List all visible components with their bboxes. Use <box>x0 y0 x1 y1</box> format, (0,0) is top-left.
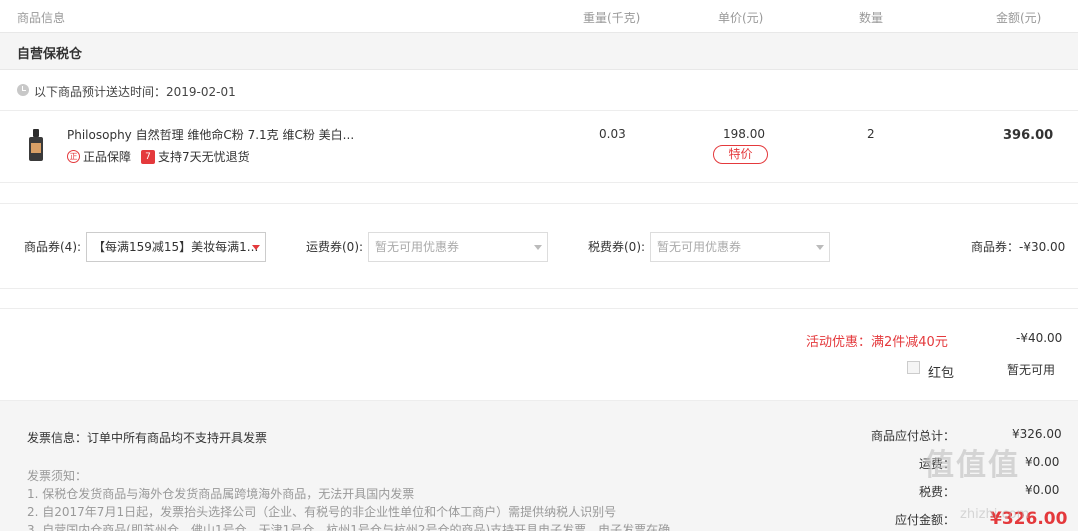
chevron-down-icon <box>252 245 260 250</box>
site-watermark-url: zhizhi.com <box>960 507 1030 522</box>
goods-total-value: ¥326.00 <box>1012 427 1062 441</box>
header-quantity: 数量 <box>859 11 884 25</box>
hongbao-label: 红包 <box>928 366 955 381</box>
order-summary-panel: 发票信息：订单中所有商品均不支持开具发票 发票须知： 1. 保税仓发货商品与海外… <box>0 400 1078 531</box>
tax-value: ¥0.00 <box>1025 483 1060 497</box>
genuine-badge: 正 正品保障 <box>67 148 131 165</box>
clock-icon <box>17 84 29 96</box>
table-header: 商品信息 重量(千克) 单价(元) 数量 金额(元) <box>0 0 1078 33</box>
product-quantity: 2 <box>867 127 875 141</box>
genuine-label: 正品保障 <box>83 150 132 164</box>
chevron-down-icon <box>534 245 542 250</box>
special-price-tag: 特价 <box>713 145 768 164</box>
return-label: 支持7天无忧退货 <box>158 150 250 164</box>
tax-label: 税费： <box>919 485 956 499</box>
shipping-value: ¥0.00 <box>1025 455 1060 469</box>
hongbao-checkbox[interactable] <box>907 361 920 374</box>
seven-day-return-icon: 7 <box>141 149 155 164</box>
product-name-link[interactable]: Philosophy 自然哲理 维他命C粉 7.1克 维C粉 美白... <box>67 126 354 143</box>
goods-coupon-discount: 商品券：-¥30.00 <box>971 240 1066 254</box>
pay-amount-label: 应付金额： <box>895 513 956 527</box>
return-badge: 7 支持7天无忧退货 <box>141 148 250 165</box>
goods-coupon-label: 商品券(4): <box>24 240 82 254</box>
header-unit-price: 单价(元) <box>718 11 764 25</box>
shipping-coupon-placeholder: 暂无可用优惠券 <box>375 240 460 254</box>
hongbao-value: 暂无可用 <box>1007 363 1056 377</box>
invoice-note: 1. 保税仓发货商品与海外仓发货商品属跨境海外商品，无法开具国内发票 <box>27 487 415 501</box>
genuine-icon: 正 <box>67 150 80 163</box>
header-product-info: 商品信息 <box>17 11 66 25</box>
header-amount: 金额(元) <box>996 11 1042 25</box>
promotion-section: 活动优惠：满2件减40元 -¥40.00 红包 暂无可用 <box>0 308 1078 400</box>
invoice-note: 2. 自2017年7月1日起，发票抬头选择公司（企业、有税号的非企业性单位和个体… <box>27 505 617 519</box>
header-weight: 重量(千克) <box>583 11 641 25</box>
tax-coupon-label: 税费券(0): <box>588 240 646 254</box>
product-amount: 396.00 <box>1003 128 1054 143</box>
shipping-coupon-label: 运费券(0): <box>306 240 364 254</box>
chevron-down-icon <box>816 245 824 250</box>
delivery-eta: 以下商品预计送达时间：2019-02-01 <box>0 70 1078 111</box>
goods-coupon-value: 【每满159减15】美妆每满1... <box>93 240 259 254</box>
product-unit-price: 198.00 <box>723 127 765 141</box>
eta-text: 以下商品预计送达时间：2019-02-01 <box>34 85 236 99</box>
goods-coupon-select[interactable]: 【每满159减15】美妆每满1... <box>86 232 266 262</box>
invoice-note: 3. 自营国内仓商品(即苏州仓、佛山1号仓、天津1号仓、杭州1号仓与杭州2号仓的… <box>27 523 671 531</box>
invoice-notes-title: 发票须知： <box>27 469 88 483</box>
promotion-value: -¥40.00 <box>1016 331 1063 345</box>
product-thumbnail[interactable] <box>25 129 47 163</box>
product-row: Philosophy 自然哲理 维他命C粉 7.1克 维C粉 美白... 正 正… <box>0 111 1078 183</box>
coupon-section: 商品券(4): 【每满159减15】美妆每满1... 运费券(0): 暂无可用优… <box>0 203 1078 289</box>
promotion-label: 活动优惠：满2件减40元 <box>806 335 948 350</box>
product-weight: 0.03 <box>599 127 626 141</box>
site-watermark: 值值值 <box>924 448 1020 483</box>
invoice-info: 发票信息：订单中所有商品均不支持开具发票 <box>27 431 268 445</box>
tax-coupon-placeholder: 暂无可用优惠券 <box>657 240 742 254</box>
tax-coupon-select[interactable]: 暂无可用优惠券 <box>650 232 830 262</box>
warehouse-name: 自营保税仓 <box>17 47 83 62</box>
warehouse-bar: 自营保税仓 <box>0 33 1078 70</box>
shipping-coupon-select[interactable]: 暂无可用优惠券 <box>368 232 548 262</box>
